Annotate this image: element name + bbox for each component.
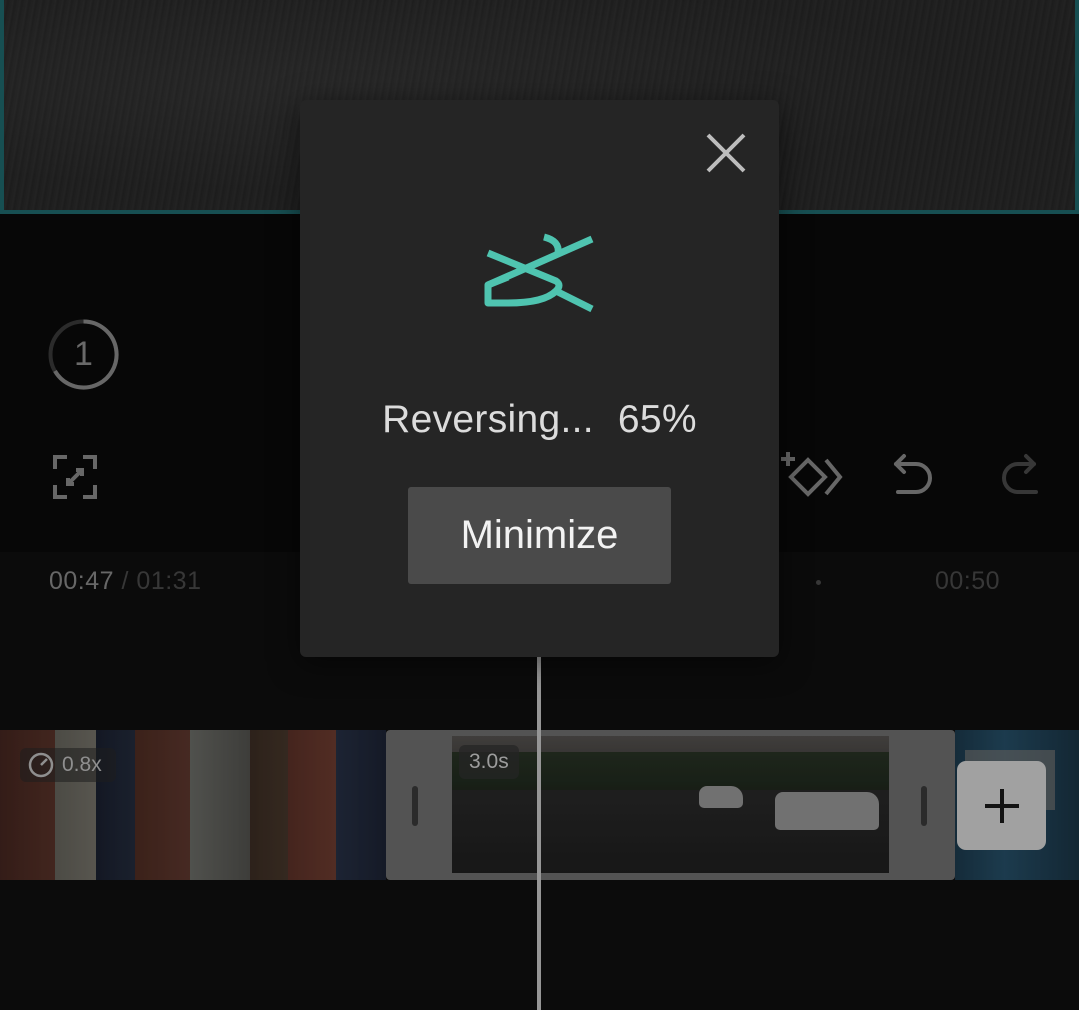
progress-percent: 65%	[617, 398, 697, 441]
minimize-button[interactable]: Minimize	[408, 487, 671, 584]
close-icon	[706, 133, 746, 173]
close-button[interactable]	[701, 128, 751, 178]
progress-status: Reversing... 65%	[300, 398, 779, 442]
capcut-logo	[484, 233, 594, 313]
status-text: Reversing...	[382, 398, 594, 441]
video-editor-screen: 1 00:47 / 01:31 00:50 0.8x 3.0s Reversin…	[0, 0, 1079, 1010]
